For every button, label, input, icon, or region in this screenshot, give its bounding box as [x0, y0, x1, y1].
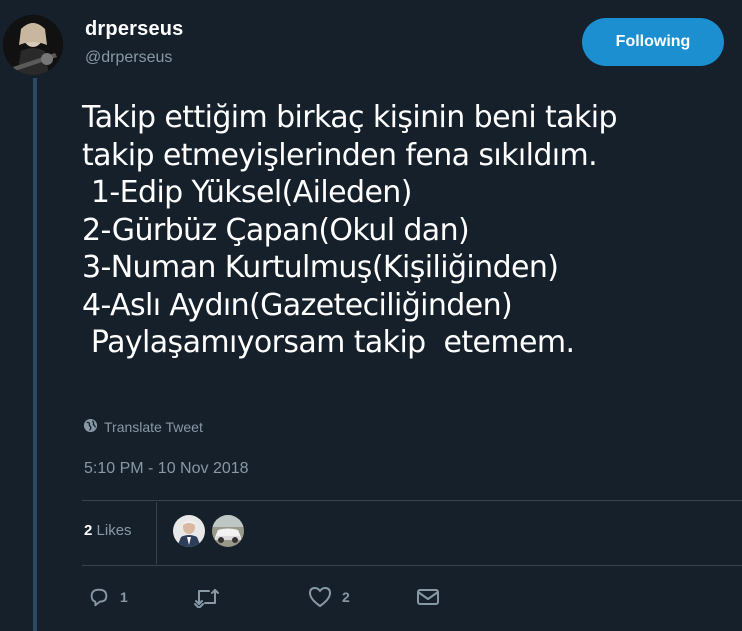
reply-icon: [88, 586, 110, 608]
likes-label: Likes: [96, 522, 132, 539]
like-button[interactable]: 2: [308, 586, 350, 608]
envelope-icon: [416, 586, 440, 608]
tweet-timestamp[interactable]: 5:10 PM - 10 Nov 2018: [84, 460, 249, 478]
reply-button[interactable]: 1: [88, 586, 128, 608]
liker-avatar-man[interactable]: [173, 515, 205, 547]
divider-bottom: [82, 565, 742, 566]
following-button[interactable]: Following: [582, 18, 724, 66]
likes-count[interactable]: 2 Likes: [84, 522, 132, 539]
divider-top: [82, 500, 742, 501]
author-handle[interactable]: @drperseus: [85, 49, 172, 67]
author-display-name[interactable]: drperseus: [85, 18, 184, 41]
direct-message-button[interactable]: [416, 586, 440, 608]
thread-line: [33, 78, 37, 631]
translate-tweet-link[interactable]: Translate Tweet: [83, 418, 203, 436]
retweet-button[interactable]: [194, 586, 230, 608]
heart-icon: [308, 586, 332, 608]
tweet-page: drperseus @drperseus Following Takip ett…: [0, 0, 742, 631]
translate-label: Translate Tweet: [104, 419, 203, 435]
liker-avatar-car[interactable]: [212, 515, 244, 547]
reply-count: 1: [120, 589, 128, 605]
tweet-text: Takip ettiğim birkaç kişinin beni takip …: [82, 100, 618, 360]
author-avatar[interactable]: [3, 15, 63, 75]
like-count: 2: [342, 589, 350, 605]
likes-separator: [156, 502, 157, 564]
likes-number: 2: [84, 522, 93, 539]
globe-icon: [83, 418, 98, 436]
retweet-icon: [194, 586, 220, 608]
